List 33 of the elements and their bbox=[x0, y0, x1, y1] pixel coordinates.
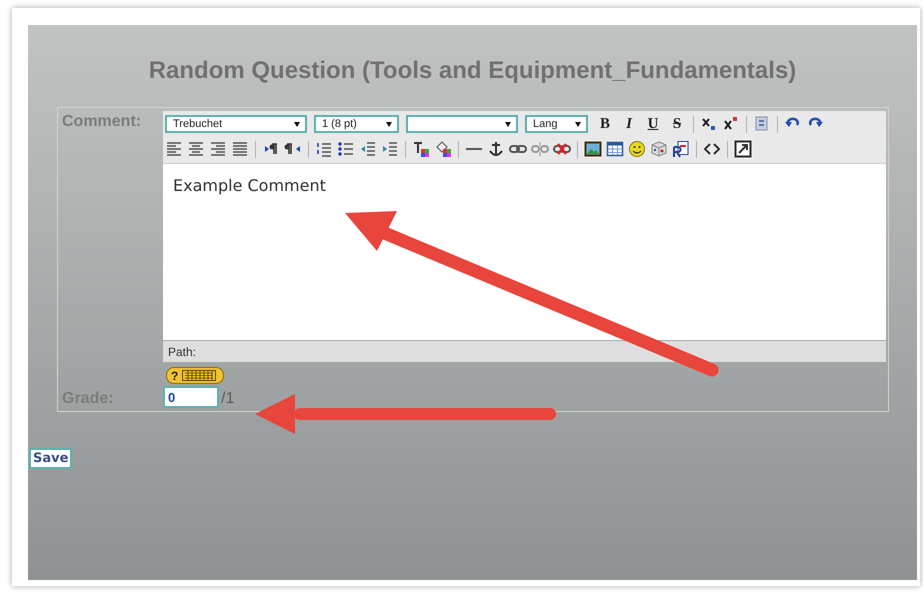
save-button[interactable]: Save bbox=[29, 448, 72, 469]
bullet-list-icon[interactable] bbox=[337, 140, 355, 158]
editor-path-bar: Path: bbox=[163, 340, 886, 362]
table-icon[interactable] bbox=[606, 140, 624, 158]
image-icon[interactable] bbox=[584, 140, 602, 158]
smiley-icon[interactable] bbox=[628, 140, 646, 158]
outdent-icon[interactable] bbox=[359, 140, 377, 158]
page-title: Random Question (Tools and Equipment_Fundamentals) bbox=[148, 57, 796, 85]
dropdown[interactable]: Lang bbox=[525, 115, 588, 133]
numbered-list-icon[interactable] bbox=[315, 140, 333, 158]
grade-maximum: /1 bbox=[221, 390, 234, 408]
anchor-icon[interactable] bbox=[487, 140, 505, 158]
dropdown[interactable]: Trebuchet bbox=[165, 115, 307, 133]
comment-label: Comment: bbox=[61, 112, 142, 132]
align-left-icon[interactable] bbox=[165, 140, 183, 158]
fullscreen-icon[interactable] bbox=[734, 140, 752, 158]
document-icon[interactable] bbox=[672, 140, 690, 158]
underline-button[interactable]: U bbox=[643, 115, 663, 133]
dropdown[interactable]: 1 (8 pt) bbox=[314, 115, 399, 133]
comment-text-area[interactable]: Example Comment bbox=[163, 163, 886, 340]
bold-button[interactable]: B bbox=[595, 115, 615, 133]
cube-icon[interactable] bbox=[650, 140, 668, 158]
italic-button[interactable]: I bbox=[619, 115, 639, 133]
align-center-icon[interactable] bbox=[187, 140, 205, 158]
grade-input[interactable]: 0 bbox=[163, 386, 219, 408]
justify-icon[interactable] bbox=[231, 140, 249, 158]
keyboard-icon bbox=[182, 370, 216, 381]
keyboard-help-button[interactable]: ? bbox=[166, 367, 224, 384]
text-color-icon[interactable] bbox=[412, 140, 430, 158]
align-right-icon[interactable] bbox=[209, 140, 227, 158]
fill-color-icon[interactable] bbox=[434, 140, 452, 158]
strikethrough-button[interactable]: S bbox=[667, 115, 687, 133]
indent-icon[interactable] bbox=[381, 140, 399, 158]
